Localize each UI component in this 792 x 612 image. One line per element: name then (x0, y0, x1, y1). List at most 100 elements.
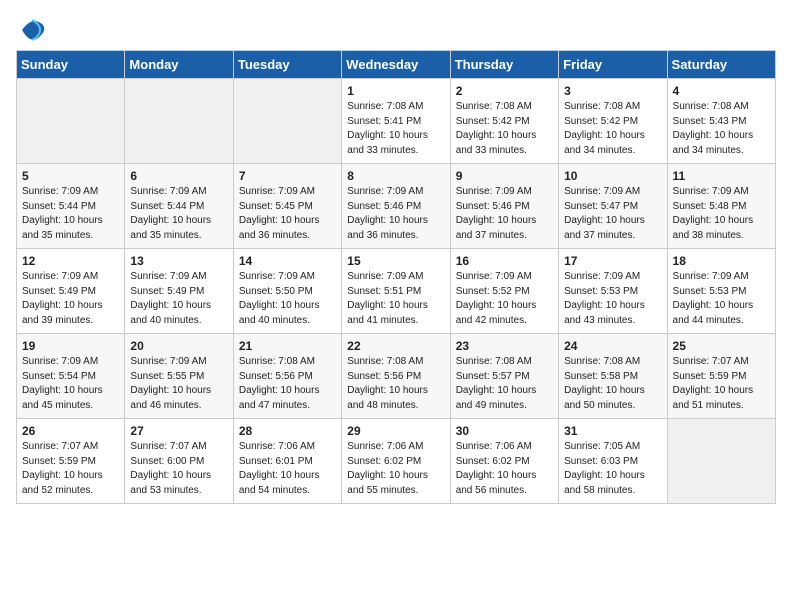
table-row: 29 Sunrise: 7:06 AM Sunset: 6:02 PM Dayl… (342, 419, 450, 504)
sunset-label: Sunset: 5:44 PM (130, 201, 204, 212)
table-row: 30 Sunrise: 7:06 AM Sunset: 6:02 PM Dayl… (450, 419, 558, 504)
table-row: 11 Sunrise: 7:09 AM Sunset: 5:48 PM Dayl… (667, 164, 775, 249)
day-number: 24 (564, 339, 661, 353)
day-number: 10 (564, 169, 661, 183)
calendar-week-row: 12 Sunrise: 7:09 AM Sunset: 5:49 PM Dayl… (17, 249, 776, 334)
col-thursday: Thursday (450, 51, 558, 79)
daylight-label: Daylight: 10 hours and 41 minutes. (347, 300, 428, 326)
daylight-label: Daylight: 10 hours and 47 minutes. (239, 385, 320, 411)
daylight-label: Daylight: 10 hours and 35 minutes. (130, 215, 211, 241)
day-info: Sunrise: 7:09 AM Sunset: 5:46 PM Dayligh… (456, 185, 553, 243)
calendar-week-row: 5 Sunrise: 7:09 AM Sunset: 5:44 PM Dayli… (17, 164, 776, 249)
table-row: 26 Sunrise: 7:07 AM Sunset: 5:59 PM Dayl… (17, 419, 125, 504)
sunset-label: Sunset: 5:43 PM (673, 116, 747, 127)
sunset-label: Sunset: 5:52 PM (456, 286, 530, 297)
day-number: 6 (130, 169, 227, 183)
daylight-label: Daylight: 10 hours and 37 minutes. (456, 215, 537, 241)
day-number: 25 (673, 339, 770, 353)
daylight-label: Daylight: 10 hours and 40 minutes. (239, 300, 320, 326)
sunrise-label: Sunrise: 7:08 AM (673, 101, 749, 112)
daylight-label: Daylight: 10 hours and 52 minutes. (22, 470, 103, 496)
daylight-label: Daylight: 10 hours and 43 minutes. (564, 300, 645, 326)
sunset-label: Sunset: 5:50 PM (239, 286, 313, 297)
day-info: Sunrise: 7:09 AM Sunset: 5:49 PM Dayligh… (130, 270, 227, 328)
day-info: Sunrise: 7:09 AM Sunset: 5:45 PM Dayligh… (239, 185, 336, 243)
daylight-label: Daylight: 10 hours and 55 minutes. (347, 470, 428, 496)
daylight-label: Daylight: 10 hours and 58 minutes. (564, 470, 645, 496)
calendar-week-row: 1 Sunrise: 7:08 AM Sunset: 5:41 PM Dayli… (17, 79, 776, 164)
daylight-label: Daylight: 10 hours and 56 minutes. (456, 470, 537, 496)
daylight-label: Daylight: 10 hours and 34 minutes. (564, 130, 645, 156)
day-info: Sunrise: 7:09 AM Sunset: 5:48 PM Dayligh… (673, 185, 770, 243)
daylight-label: Daylight: 10 hours and 48 minutes. (347, 385, 428, 411)
table-row: 16 Sunrise: 7:09 AM Sunset: 5:52 PM Dayl… (450, 249, 558, 334)
day-info: Sunrise: 7:09 AM Sunset: 5:46 PM Dayligh… (347, 185, 444, 243)
day-info: Sunrise: 7:09 AM Sunset: 5:53 PM Dayligh… (673, 270, 770, 328)
day-number: 31 (564, 424, 661, 438)
sunset-label: Sunset: 5:49 PM (22, 286, 96, 297)
daylight-label: Daylight: 10 hours and 34 minutes. (673, 130, 754, 156)
day-number: 17 (564, 254, 661, 268)
table-row: 17 Sunrise: 7:09 AM Sunset: 5:53 PM Dayl… (559, 249, 667, 334)
sunrise-label: Sunrise: 7:09 AM (22, 356, 98, 367)
table-row: 23 Sunrise: 7:08 AM Sunset: 5:57 PM Dayl… (450, 334, 558, 419)
daylight-label: Daylight: 10 hours and 46 minutes. (130, 385, 211, 411)
sunset-label: Sunset: 5:42 PM (456, 116, 530, 127)
sunset-label: Sunset: 5:46 PM (347, 201, 421, 212)
day-info: Sunrise: 7:07 AM Sunset: 5:59 PM Dayligh… (673, 355, 770, 413)
day-number: 7 (239, 169, 336, 183)
day-info: Sunrise: 7:08 AM Sunset: 5:56 PM Dayligh… (347, 355, 444, 413)
daylight-label: Daylight: 10 hours and 49 minutes. (456, 385, 537, 411)
sunset-label: Sunset: 5:53 PM (673, 286, 747, 297)
day-number: 5 (22, 169, 119, 183)
sunset-label: Sunset: 5:51 PM (347, 286, 421, 297)
day-number: 30 (456, 424, 553, 438)
table-row (667, 419, 775, 504)
table-row: 2 Sunrise: 7:08 AM Sunset: 5:42 PM Dayli… (450, 79, 558, 164)
sunrise-label: Sunrise: 7:06 AM (456, 441, 532, 452)
day-number: 8 (347, 169, 444, 183)
col-monday: Monday (125, 51, 233, 79)
table-row: 20 Sunrise: 7:09 AM Sunset: 5:55 PM Dayl… (125, 334, 233, 419)
sunrise-label: Sunrise: 7:09 AM (347, 186, 423, 197)
table-row: 22 Sunrise: 7:08 AM Sunset: 5:56 PM Dayl… (342, 334, 450, 419)
sunrise-label: Sunrise: 7:08 AM (347, 356, 423, 367)
sunset-label: Sunset: 5:56 PM (347, 371, 421, 382)
sunset-label: Sunset: 5:44 PM (22, 201, 96, 212)
sunset-label: Sunset: 5:57 PM (456, 371, 530, 382)
day-info: Sunrise: 7:08 AM Sunset: 5:43 PM Dayligh… (673, 100, 770, 158)
sunset-label: Sunset: 5:59 PM (673, 371, 747, 382)
sunrise-label: Sunrise: 7:09 AM (347, 271, 423, 282)
day-number: 19 (22, 339, 119, 353)
day-info: Sunrise: 7:06 AM Sunset: 6:02 PM Dayligh… (347, 440, 444, 498)
table-row (17, 79, 125, 164)
day-number: 2 (456, 84, 553, 98)
daylight-label: Daylight: 10 hours and 42 minutes. (456, 300, 537, 326)
day-info: Sunrise: 7:09 AM Sunset: 5:55 PM Dayligh… (130, 355, 227, 413)
sunrise-label: Sunrise: 7:09 AM (673, 186, 749, 197)
day-number: 13 (130, 254, 227, 268)
daylight-label: Daylight: 10 hours and 33 minutes. (347, 130, 428, 156)
sunrise-label: Sunrise: 7:09 AM (673, 271, 749, 282)
day-info: Sunrise: 7:08 AM Sunset: 5:42 PM Dayligh… (564, 100, 661, 158)
day-number: 18 (673, 254, 770, 268)
sunrise-label: Sunrise: 7:09 AM (564, 186, 640, 197)
col-wednesday: Wednesday (342, 51, 450, 79)
day-number: 29 (347, 424, 444, 438)
table-row: 27 Sunrise: 7:07 AM Sunset: 6:00 PM Dayl… (125, 419, 233, 504)
day-info: Sunrise: 7:05 AM Sunset: 6:03 PM Dayligh… (564, 440, 661, 498)
sunset-label: Sunset: 6:02 PM (347, 456, 421, 467)
day-info: Sunrise: 7:09 AM Sunset: 5:53 PM Dayligh… (564, 270, 661, 328)
day-info: Sunrise: 7:08 AM Sunset: 5:41 PM Dayligh… (347, 100, 444, 158)
calendar-header-row: Sunday Monday Tuesday Wednesday Thursday… (17, 51, 776, 79)
sunrise-label: Sunrise: 7:08 AM (456, 356, 532, 367)
table-row: 6 Sunrise: 7:09 AM Sunset: 5:44 PM Dayli… (125, 164, 233, 249)
daylight-label: Daylight: 10 hours and 36 minutes. (239, 215, 320, 241)
day-info: Sunrise: 7:09 AM Sunset: 5:47 PM Dayligh… (564, 185, 661, 243)
sunset-label: Sunset: 5:55 PM (130, 371, 204, 382)
sunset-label: Sunset: 5:47 PM (564, 201, 638, 212)
sunset-label: Sunset: 5:49 PM (130, 286, 204, 297)
daylight-label: Daylight: 10 hours and 54 minutes. (239, 470, 320, 496)
table-row: 21 Sunrise: 7:08 AM Sunset: 5:56 PM Dayl… (233, 334, 341, 419)
table-row: 1 Sunrise: 7:08 AM Sunset: 5:41 PM Dayli… (342, 79, 450, 164)
